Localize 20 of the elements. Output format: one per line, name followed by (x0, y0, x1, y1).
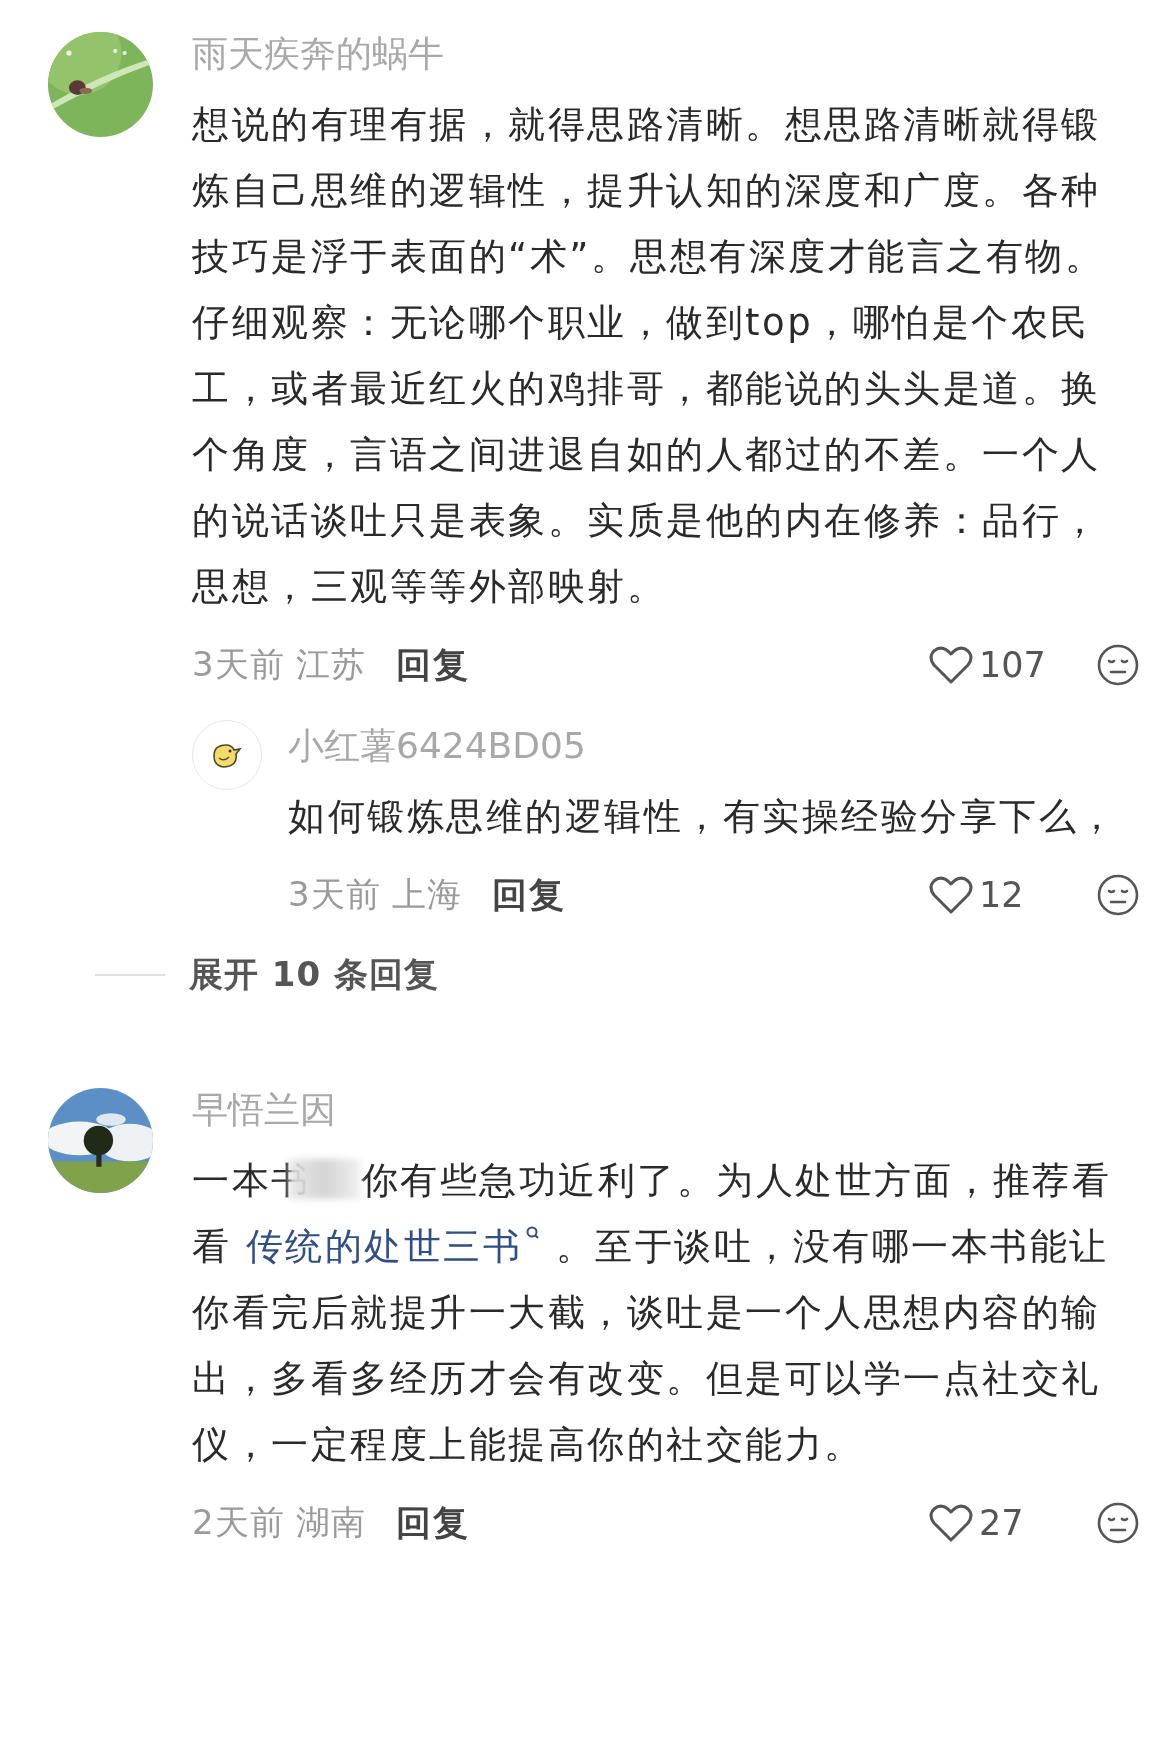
like-button[interactable]: 12 (929, 875, 1049, 915)
heart-icon (929, 645, 973, 685)
comment-text: 想说的有理有据，就得思路清晰。想思路清晰就得锻炼自己思维的逻辑性，提升认知的深度和广度。各种技巧是浮于表面的“术”。思想有深度才能言之有物。仔细观察：无论哪个职业，做到top，哪怕是个农民工，或者最近红火的鸡排哥，都能说的头头是道。换个角度，言语之间进退自如的人都过的不差。一个人的说话谈吐只是表象。实质是他的内在修养：品行，思想，三观等等外部映射。 (192, 102, 1106, 610)
heart-icon (929, 875, 973, 915)
like-button[interactable]: 107 (929, 645, 1049, 685)
timestamp-location: 3天前 上海 (288, 873, 463, 916)
reply-button[interactable]: 回复 (396, 1499, 471, 1547)
neutral-face-button[interactable] (1097, 644, 1139, 686)
reply-button[interactable]: 回复 (492, 871, 567, 919)
reply-button[interactable]: 回复 (396, 641, 471, 689)
neutral-face-button[interactable] (1097, 1502, 1139, 1544)
comment-text: 如何锻炼思维的逻辑性，有实操经验分享下么， (288, 794, 1119, 840)
expand-replies-button[interactable]: 展开 10 条回复 (189, 952, 439, 998)
timestamp-location: 3天前 江苏 (192, 643, 367, 686)
search-link[interactable]: 传统的处世三书 (245, 1225, 542, 1268)
comment-text: 一本书 你有些急功近利了。为人处世方面，推荐看看 传统的处世三书 。至于谈吐，没有哪一本书能让你看完后就提升一大截，谈吐是一个人思想内容的输出，多看多经历才会有改变。但是可以学一点社交礼仪，一定程度上能提高你的社交能力。 (192, 1158, 1112, 1468)
timestamp-location: 2天前 湖南 (192, 1501, 367, 1544)
like-button[interactable]: 27 (929, 1503, 1049, 1543)
neutral-face-button[interactable] (1097, 874, 1139, 916)
heart-icon (929, 1503, 973, 1543)
